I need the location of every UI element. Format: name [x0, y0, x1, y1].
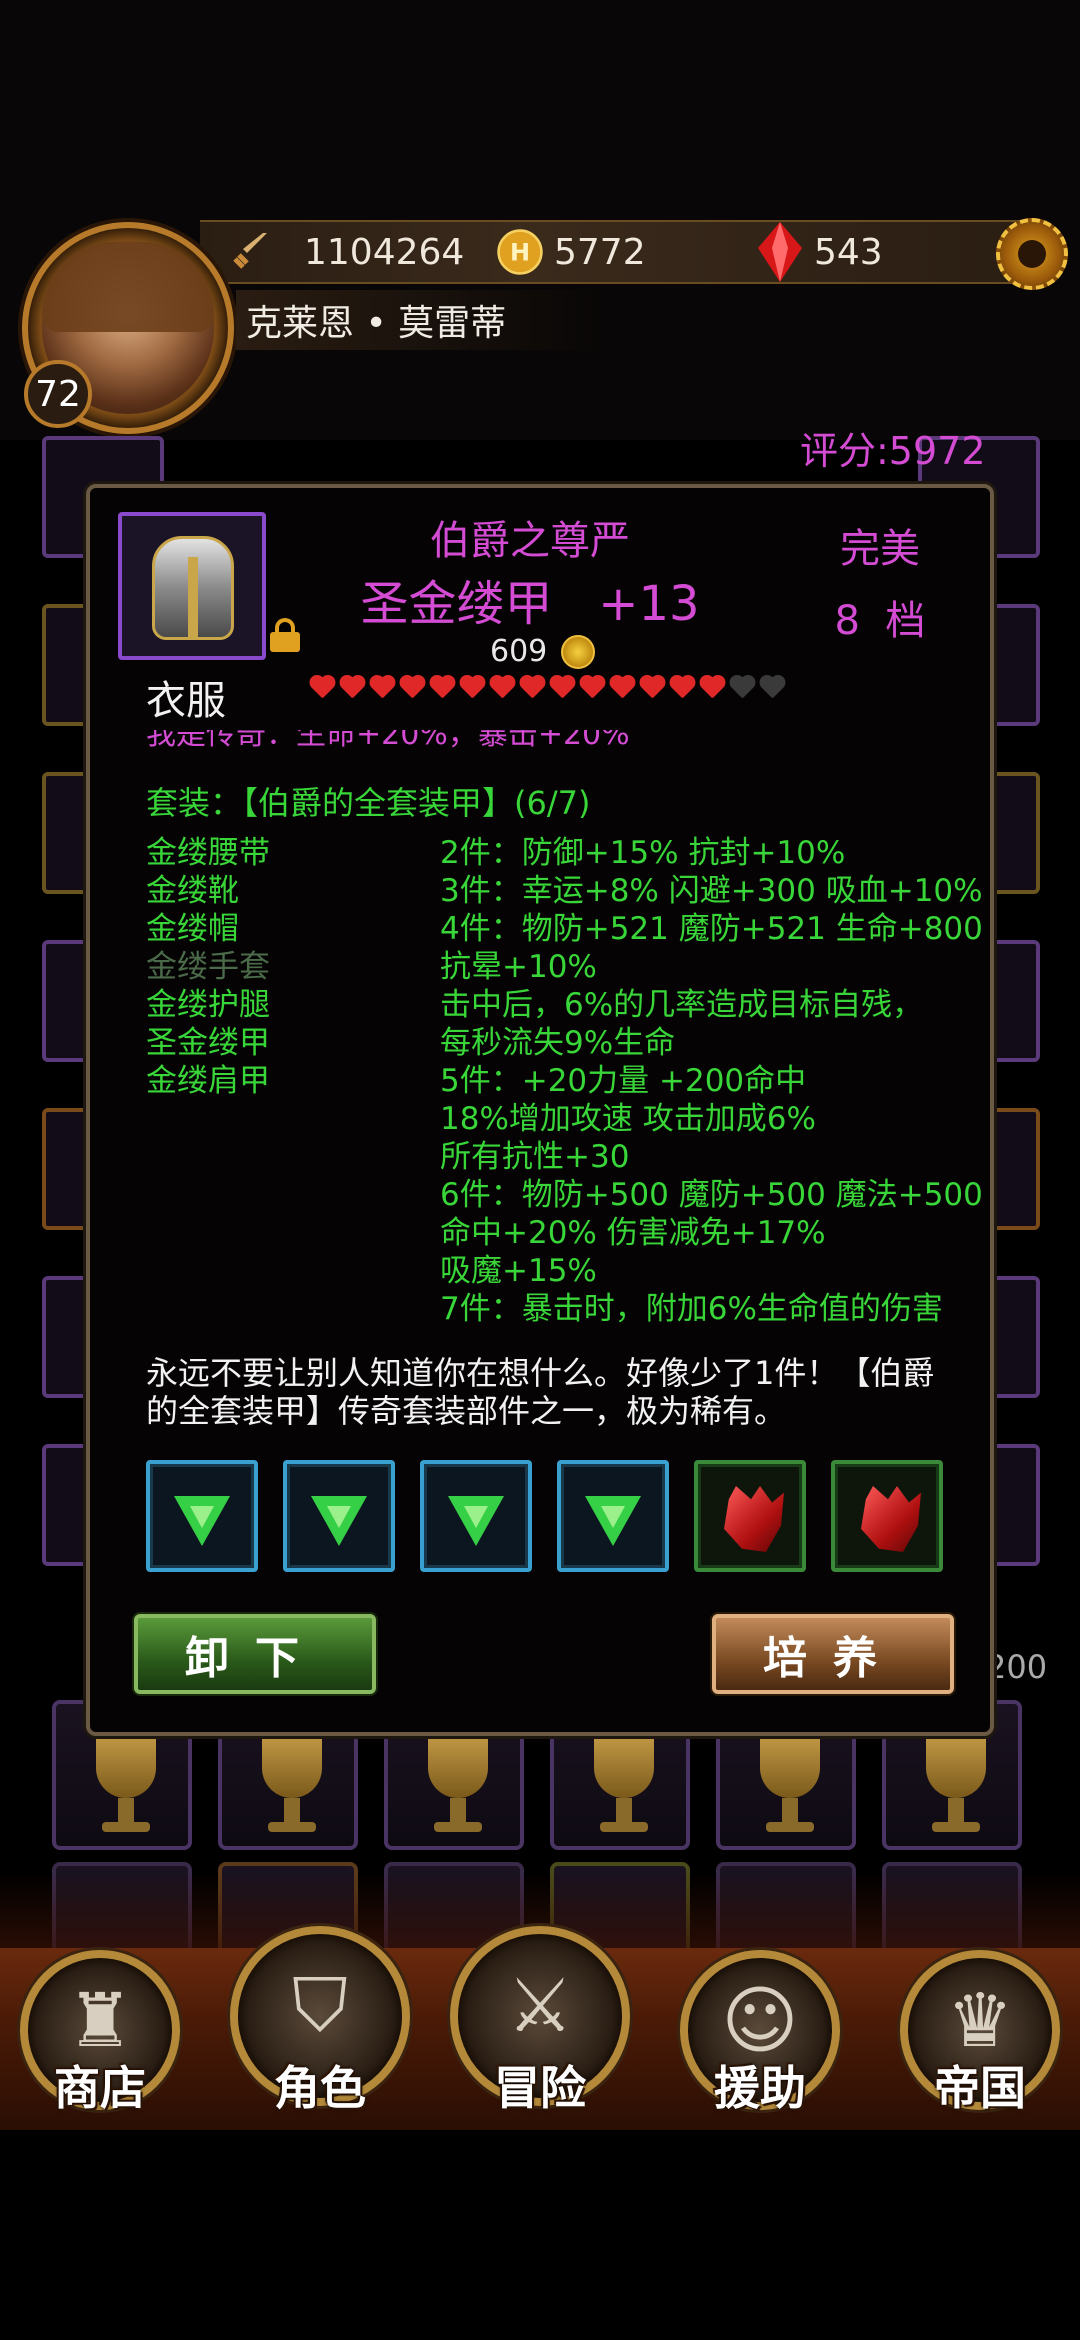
set-bonus-line: 吸魔+15% [440, 1253, 597, 1289]
set-bonus-line: 3件：幸运+8% 闪避+300 吸血+10% [440, 873, 983, 909]
heart-full-icon [458, 674, 486, 702]
set-header: 套装：【伯爵的全套装甲】(6/7) [146, 784, 591, 822]
top-bar: 1104264 H 5772 543 72 克莱恩 • 莫雷蒂 [0, 0, 1080, 440]
set-piece: 金缕靴 [146, 873, 239, 909]
nav-label[interactable]: 援助 [670, 2052, 850, 2118]
gold-value: 5772 [554, 231, 646, 273]
gem-counter: 543 [756, 220, 883, 284]
heart-full-icon [608, 674, 636, 702]
price-value: 609 [490, 634, 548, 669]
heart-full-icon [518, 674, 546, 702]
item-description: 永远不要让别人知道你在想什么。好像少了1件！【伯爵的全套装甲】传奇套装部件之一，… [146, 1354, 935, 1430]
set-bonus-line: 击中后，6%的几率造成目标自残， [440, 987, 924, 1023]
set-bonus-list: 2件：防御+15% 抗封+10% 3件：幸运+8% 闪避+300 吸血+10% 4件… [440, 834, 983, 1328]
item-set-name: 伯爵之尊严 [430, 518, 630, 564]
heart-full-icon [488, 674, 516, 702]
set-piece: 圣金缕甲 [146, 1025, 270, 1061]
level-badge: 72 [24, 360, 92, 428]
heart-full-icon [578, 674, 606, 702]
set-bonus-line: 2件：防御+15% 抗封+10% [440, 835, 846, 871]
heart-empty-icon [728, 674, 756, 702]
legendary-bonus-line: 我是传奇：生命+20%，暴击+20% [146, 730, 630, 752]
crossed-swords-gate-icon: ⚔ [506, 1963, 574, 2050]
golden-armor-icon [152, 536, 234, 640]
slot-type-label: 衣服 [146, 678, 226, 724]
sword-icon [226, 228, 274, 276]
heart-full-icon [638, 674, 666, 702]
gem-value: 543 [814, 231, 883, 273]
nav-label[interactable]: 冒险 [450, 2052, 630, 2118]
heart-full-icon [368, 674, 396, 702]
train-button[interactable]: 培养 [712, 1614, 954, 1694]
combat-power-value: 1104264 [304, 231, 465, 273]
item-detail-modal: 伯爵之尊严 圣金缕甲 +13 完美 8 档 609 衣服 我是传奇：生命+20%… [86, 484, 994, 1736]
set-bonus-line: 6件：物防+500 魔防+500 魔法+500 [440, 1177, 983, 1213]
heart-full-icon [428, 674, 456, 702]
gem-socket[interactable] [831, 1460, 943, 1572]
gem-socket[interactable] [694, 1460, 806, 1572]
hooded-figure-icon: ⛉ [292, 1962, 348, 2049]
set-bonus-line: 18%增加攻速 攻击加成6% [440, 1101, 816, 1137]
gem-socket[interactable] [420, 1460, 532, 1572]
set-piece: 金缕帽 [146, 911, 239, 947]
set-bonus-line: 4件：物防+521 魔防+521 生命+800 [440, 911, 983, 947]
unequip-button[interactable]: 卸下 [134, 1614, 376, 1694]
item-icon [118, 512, 266, 660]
set-bonus-line: 抗晕+10% [440, 949, 597, 985]
gem-socket[interactable] [283, 1460, 395, 1572]
heart-full-icon [338, 674, 366, 702]
gem-socket[interactable] [557, 1460, 669, 1572]
set-bonus-line: 所有抗性+30 [440, 1139, 630, 1175]
heart-full-icon [668, 674, 696, 702]
tier-label: 8 档 [834, 598, 926, 644]
set-piece-list: 金缕腰带 金缕靴 金缕帽 金缕手套 金缕护腿 圣金缕甲 金缕肩甲 [146, 834, 270, 1100]
set-bonus-line: 命中+20% 伤害减免+17% [440, 1215, 826, 1251]
set-piece: 金缕手套 [146, 949, 270, 985]
combat-power: 1104264 [226, 220, 464, 284]
gold-coin-icon [561, 634, 596, 669]
ruby-gem-icon [724, 1486, 784, 1552]
score-label: 评分:5972 [800, 429, 986, 473]
gold-counter: H 5772 [496, 220, 646, 284]
set-piece: 金缕腰带 [146, 835, 270, 871]
player-name: 克莱恩 • 莫雷蒂 [236, 290, 606, 350]
nav-label[interactable]: 角色 [230, 2052, 410, 2118]
ruby-gem-icon [861, 1486, 921, 1552]
gold-coin-icon: H [496, 228, 544, 276]
gem-socket[interactable] [146, 1460, 258, 1572]
heart-full-icon [548, 674, 576, 702]
set-piece: 金缕护腿 [146, 987, 270, 1023]
heart-empty-icon [758, 674, 786, 702]
heart-full-icon [698, 674, 726, 702]
heart-full-icon [308, 674, 336, 702]
heart-rating [308, 674, 786, 702]
set-bonus-line: 每秒流失9%生命 [440, 1025, 676, 1061]
background-number: 200 [986, 1648, 1048, 1686]
set-bonus-line: 5件：+20力量 +200命中 [440, 1063, 807, 1099]
set-piece: 金缕肩甲 [146, 1063, 270, 1099]
svg-text:H: H [510, 239, 530, 267]
nav-label[interactable]: 商店 [10, 2052, 190, 2118]
item-name: 圣金缕甲 +13 [360, 576, 700, 632]
heart-full-icon [398, 674, 426, 702]
settings-gear-icon[interactable] [996, 218, 1068, 290]
red-crystal-icon [756, 222, 804, 282]
sell-price: 609 [490, 634, 596, 669]
nav-label[interactable]: 帝国 [890, 2052, 1070, 2118]
quality-label: 完美 [840, 526, 920, 572]
set-bonus-line: 7件：暴击时，附加6%生命值的伤害 [440, 1291, 943, 1327]
